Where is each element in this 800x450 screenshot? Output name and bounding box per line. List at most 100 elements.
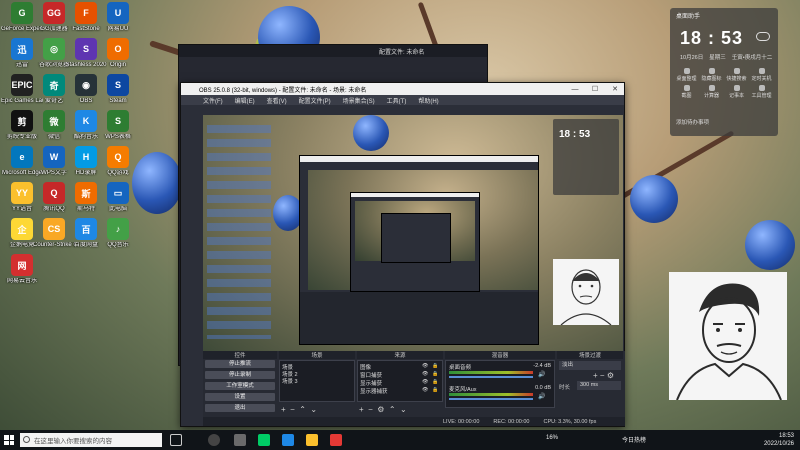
tray-hot-list[interactable]: 今日热榜 xyxy=(622,435,646,444)
app-icon: 奇 xyxy=(43,74,65,96)
duration-input[interactable]: 300 ms xyxy=(577,381,621,390)
transition-settings-icon[interactable]: ⚙ xyxy=(607,371,614,380)
widget-tool[interactable]: 隐藏图标 xyxy=(699,68,724,82)
speaker-icon[interactable]: 🔊 xyxy=(538,371,545,378)
pinned-app-icon[interactable] xyxy=(306,434,318,446)
volume-slider[interactable] xyxy=(449,376,533,378)
lock-icon[interactable]: 🔒 xyxy=(432,387,438,393)
control-button[interactable]: 工作室模式 xyxy=(205,382,275,390)
sources-dock-title: 来源 xyxy=(357,351,443,359)
lock-icon[interactable]: 🔒 xyxy=(432,363,438,369)
desktop-icon-label: 此电脑 xyxy=(108,206,127,212)
add-scene-button[interactable]: + xyxy=(281,405,286,414)
source-settings-icon[interactable]: ⚙ xyxy=(377,405,384,414)
visibility-icon[interactable]: 👁 xyxy=(422,371,428,377)
widget-tool[interactable]: 记事本 xyxy=(724,85,749,99)
desktop-assistant-widget[interactable]: 桌面助手 18 : 53 10月26日 星期三 壬寅•庚戌月十二 桌面整理 隐藏图标快… xyxy=(670,8,778,136)
desktop-icon-label: Origin xyxy=(109,62,126,68)
desktop-icon[interactable]: S Steam xyxy=(98,74,138,114)
desktop-icon[interactable]: ▭ 此电脑 xyxy=(98,182,138,222)
close-icon[interactable]: ✕ xyxy=(606,83,624,95)
transition-select[interactable]: 淡出 xyxy=(559,361,621,370)
obs-preview[interactable]: 18 : 53 xyxy=(203,115,623,351)
scenes-list[interactable]: 场景 场景 2 场景 3 xyxy=(279,360,355,402)
taskbar-search-box[interactable]: 在这里输入你要搜索的内容 xyxy=(20,433,162,447)
widget-tool[interactable]: 工具管理 xyxy=(749,85,774,99)
widget-title: 桌面助手 xyxy=(676,14,701,20)
visibility-icon[interactable]: 👁 xyxy=(422,379,428,385)
obs-title-bar[interactable]: OBS 25.0.8 (32-bit, windows) - 配置文件: 未命名… xyxy=(181,83,624,95)
control-button[interactable]: 停止录制 xyxy=(205,371,275,379)
remove-transition-button[interactable]: − xyxy=(600,371,605,380)
source-item[interactable]: 显示捕获 👁 🔒 xyxy=(360,379,438,387)
control-button[interactable]: 退出 xyxy=(205,404,275,412)
remove-scene-button[interactable]: − xyxy=(290,405,295,414)
tool-icon xyxy=(708,85,715,91)
app-icon: K xyxy=(75,110,97,132)
speaker-icon[interactable]: 🔊 xyxy=(538,393,545,400)
widget-tool[interactable]: 快捷搜索 xyxy=(724,68,749,82)
widget-tool-label: 计算器 xyxy=(703,93,719,99)
widget-tool[interactable]: 定时关机 xyxy=(749,68,774,82)
add-transition-button[interactable]: + xyxy=(593,371,598,380)
sources-list[interactable]: 图像 👁 🔒 窗口捕获 👁 🔒 显示捕获 👁 🔒 显示器捕获 👁 🔒 xyxy=(357,360,443,402)
control-button[interactable]: 停止推流 xyxy=(205,360,275,368)
lock-icon[interactable]: 🔒 xyxy=(432,379,438,385)
tray-percentage: 16% xyxy=(546,435,559,441)
desktop-icon[interactable]: Q QQ游戏 xyxy=(98,146,138,186)
scene-down-button[interactable]: ⌄ xyxy=(310,405,317,414)
obs-menu-item[interactable]: 场景集合(S) xyxy=(343,96,375,105)
maximize-icon[interactable]: ☐ xyxy=(586,83,604,95)
lock-icon[interactable]: 🔒 xyxy=(432,371,438,377)
remove-source-button[interactable]: − xyxy=(368,405,373,414)
add-todo-link[interactable]: 添加待办事项 xyxy=(676,118,709,126)
obs-menu-item[interactable]: 查看(V) xyxy=(267,96,287,105)
widget-date-part: 10月26日 xyxy=(680,55,704,61)
widget-tool-label: 定时关机 xyxy=(751,76,772,82)
app-icon: EPIC xyxy=(11,74,33,96)
audio-mixer: 桌面音频 -2.4 dB 🔊 麦克风/Aux 0.0 dB 🔊 xyxy=(445,360,555,408)
duration-label: 时长 xyxy=(559,385,571,391)
obs-menu-item[interactable]: 编辑(E) xyxy=(235,96,255,105)
pinned-app-icon[interactable] xyxy=(234,434,246,446)
desktop-icon[interactable]: ♪ QQ音乐 xyxy=(98,218,138,258)
scene-up-button[interactable]: ⌃ xyxy=(299,405,306,414)
desktop-icon[interactable]: O Origin xyxy=(98,38,138,78)
visibility-icon[interactable]: 👁 xyxy=(422,387,428,393)
source-item[interactable]: 图像 👁 🔒 xyxy=(360,363,438,371)
widget-date-part: 星期三 xyxy=(709,55,726,61)
desktop-icon[interactable]: S WPS表格 xyxy=(98,110,138,150)
desktop-icon-grid: GGeForce ExperienceGGGG加速器FFastStoneU网易U… xyxy=(0,0,131,430)
start-button[interactable] xyxy=(4,435,14,445)
source-down-button[interactable]: ⌄ xyxy=(400,405,407,414)
source-up-button[interactable]: ⌃ xyxy=(389,405,396,414)
pinned-app-icon[interactable] xyxy=(258,434,270,446)
obs-menu-item[interactable]: 配置文件(P) xyxy=(299,96,331,105)
mixer-channel-label: 麦克风/Aux xyxy=(449,387,477,393)
scene-item[interactable]: 场景 3 xyxy=(282,377,298,385)
app-icon: U xyxy=(107,2,129,24)
add-source-button[interactable]: + xyxy=(359,405,364,414)
pinned-app-icon[interactable] xyxy=(282,434,294,446)
app-icon: 迅 xyxy=(11,38,33,60)
control-button[interactable]: 设置 xyxy=(205,393,275,401)
pinned-app-icon[interactable] xyxy=(330,434,342,446)
desktop-icon[interactable]: 网网易云音乐 xyxy=(2,254,42,294)
obs-window[interactable]: OBS 25.0.8 (32-bit, windows) - 配置文件: 未命名… xyxy=(180,82,625,427)
minimize-icon[interactable]: — xyxy=(566,83,584,95)
widget-tool[interactable]: 桌面整理 xyxy=(674,68,699,82)
source-item[interactable]: 窗口捕获 👁 🔒 xyxy=(360,371,438,379)
desktop-icon[interactable]: U 网易UU xyxy=(98,2,138,42)
app-icon: S xyxy=(107,74,129,96)
obs-menu-item[interactable]: 文件(F) xyxy=(203,96,223,105)
task-view-icon[interactable] xyxy=(170,434,182,446)
obs-menu-item[interactable]: 工具(T) xyxy=(387,96,407,105)
widget-tool[interactable]: 计算器 xyxy=(699,85,724,99)
source-item[interactable]: 显示器捕获 👁 🔒 xyxy=(360,387,438,395)
tray-clock[interactable]: 18:53 2022/10/26 xyxy=(764,432,794,448)
obs-taskbar-icon[interactable] xyxy=(208,434,220,446)
widget-tool[interactable]: 截图 xyxy=(674,85,699,99)
visibility-icon[interactable]: 👁 xyxy=(422,363,428,369)
volume-slider[interactable] xyxy=(449,398,533,400)
obs-menu-item[interactable]: 帮助(H) xyxy=(418,96,438,105)
